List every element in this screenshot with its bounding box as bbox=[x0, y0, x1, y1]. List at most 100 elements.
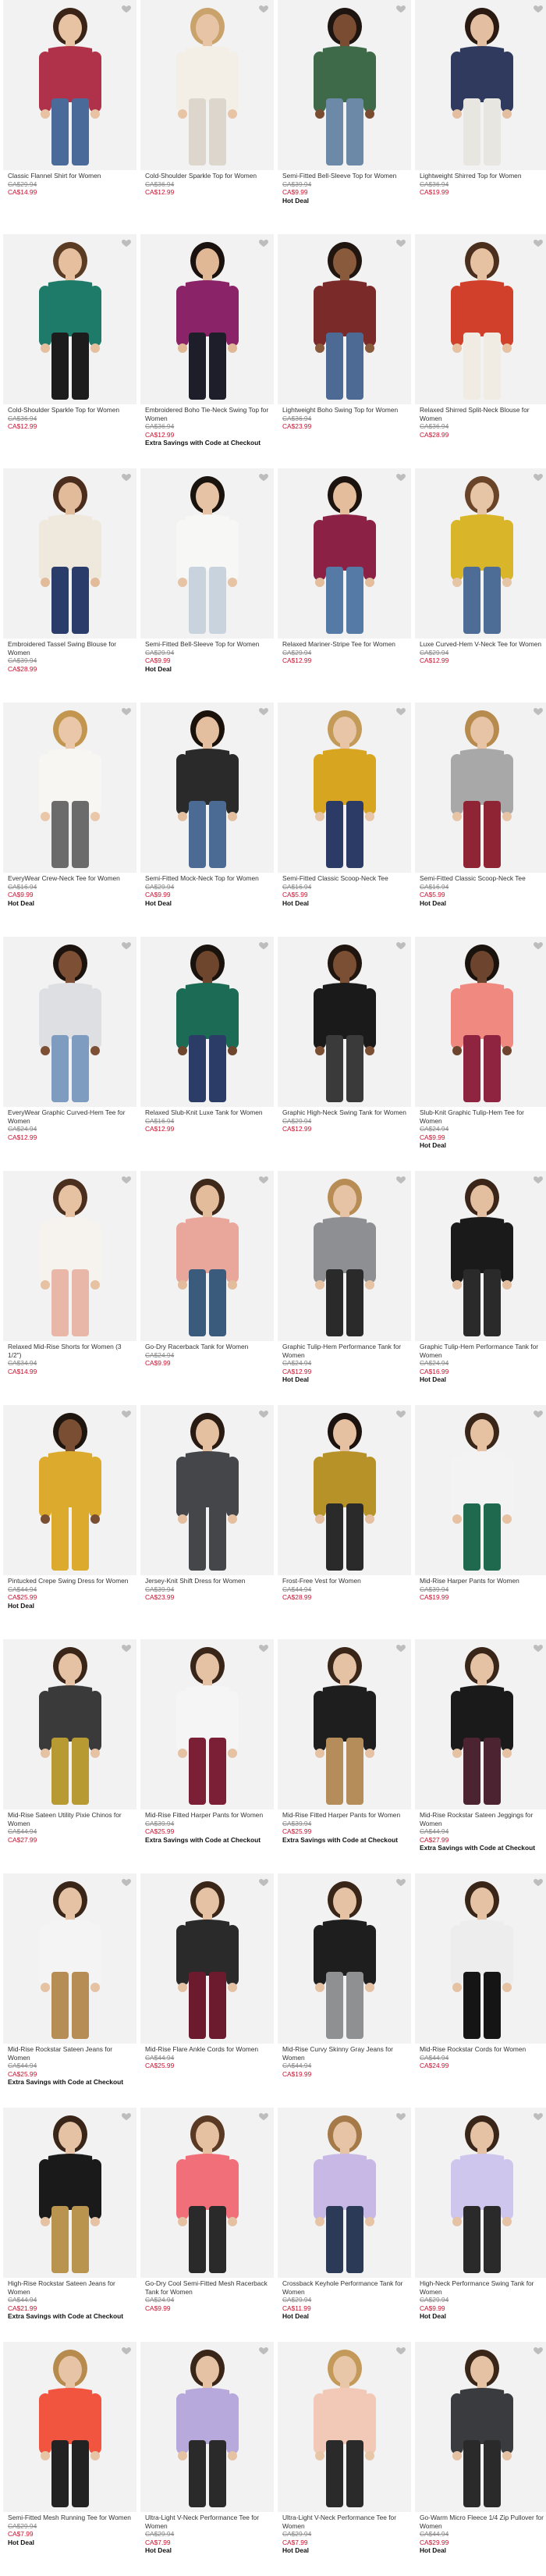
heart-icon[interactable] bbox=[533, 940, 544, 951]
product-card[interactable]: Relaxed Mid-Rise Shorts for Women (3 1/2… bbox=[3, 1171, 136, 1405]
heart-icon[interactable] bbox=[258, 471, 269, 482]
product-name[interactable]: Graphic Tulip-Hem Performance Tank for W… bbox=[282, 1343, 408, 1359]
heart-icon[interactable] bbox=[258, 1642, 269, 1653]
product-name[interactable]: Semi-Fitted Classic Scoop-Neck Tee bbox=[420, 874, 545, 883]
product-card[interactable]: Embroidered Boho Tie-Neck Swing Top for … bbox=[140, 234, 274, 468]
product-image[interactable] bbox=[278, 0, 411, 170]
product-name[interactable]: Mid-Rise Fitted Harper Pants for Women bbox=[282, 1811, 408, 1820]
product-name[interactable]: Graphic Tulip-Hem Performance Tank for W… bbox=[420, 1343, 545, 1359]
product-image[interactable] bbox=[3, 1639, 136, 1809]
product-image[interactable] bbox=[278, 703, 411, 873]
heart-icon[interactable] bbox=[258, 1877, 269, 1888]
product-image[interactable] bbox=[278, 234, 411, 404]
product-name[interactable]: Embroidered Boho Tie-Neck Swing Top for … bbox=[145, 406, 271, 422]
product-name[interactable]: EveryWear Crew-Neck Tee for Women bbox=[8, 874, 133, 883]
heart-icon[interactable] bbox=[258, 940, 269, 951]
product-name[interactable]: Embroidered Tassel Swing Blouse for Wome… bbox=[8, 640, 133, 656]
product-image[interactable] bbox=[140, 1171, 274, 1341]
product-name[interactable]: Go-Warm Micro Fleece 1/4 Zip Pullover fo… bbox=[420, 2514, 545, 2530]
product-name[interactable]: Classic Flannel Shirt for Women bbox=[8, 172, 133, 180]
product-image[interactable] bbox=[3, 937, 136, 1107]
product-name[interactable]: Relaxed Shirred Split-Neck Blouse for Wo… bbox=[420, 406, 545, 422]
product-card[interactable]: Graphic High-Neck Swing Tank for Women CA… bbox=[278, 937, 411, 1171]
product-name[interactable]: Semi-Fitted Mock-Neck Top for Women bbox=[145, 874, 271, 883]
product-card[interactable]: Semi-Fitted Mesh Running Tee for Women CA… bbox=[3, 2342, 136, 2576]
product-image[interactable] bbox=[3, 1405, 136, 1575]
product-name[interactable]: Mid-Rise Sateen Utility Pixie Chinos for… bbox=[8, 1811, 133, 1827]
product-name[interactable]: Relaxed Mariner-Stripe Tee for Women bbox=[282, 640, 408, 649]
heart-icon[interactable] bbox=[533, 706, 544, 717]
product-card[interactable]: Pintucked Crepe Swing Dress for Women CA$… bbox=[3, 1405, 136, 1639]
heart-icon[interactable] bbox=[395, 2111, 406, 2122]
product-name[interactable]: Cold-Shoulder Sparkle Top for Women bbox=[145, 172, 271, 180]
product-name[interactable]: Lightweight Boho Swing Top for Women bbox=[282, 406, 408, 415]
product-card[interactable]: Lightweight Shirred Top for Women CA$36.9… bbox=[415, 0, 546, 234]
product-image[interactable] bbox=[415, 234, 546, 404]
product-card[interactable]: Frost-Free Vest for Women CA$44.94 CA$28.9… bbox=[278, 1405, 411, 1639]
product-card[interactable]: Jersey-Knit Shift Dress for Women CA$39.9… bbox=[140, 1405, 274, 1639]
heart-icon[interactable] bbox=[121, 2111, 132, 2122]
product-image[interactable] bbox=[140, 468, 274, 639]
product-name[interactable]: Jersey-Knit Shift Dress for Women bbox=[145, 1577, 271, 1585]
heart-icon[interactable] bbox=[533, 1174, 544, 1185]
product-image[interactable] bbox=[140, 1405, 274, 1575]
product-card[interactable]: Crossback Keyhole Performance Tank for W… bbox=[278, 2108, 411, 2342]
product-image[interactable] bbox=[415, 703, 546, 873]
product-image[interactable] bbox=[278, 1873, 411, 2044]
product-name[interactable]: EveryWear Graphic Curved-Hem Tee for Wom… bbox=[8, 1108, 133, 1125]
product-card[interactable]: Mid-Rise Flare Ankle Cords for Women CA$4… bbox=[140, 1873, 274, 2108]
heart-icon[interactable] bbox=[258, 706, 269, 717]
product-image[interactable] bbox=[140, 2108, 274, 2278]
product-card[interactable]: Go-Dry Cool Semi-Fitted Mesh Racerback T… bbox=[140, 2108, 274, 2342]
product-name[interactable]: Crossback Keyhole Performance Tank for W… bbox=[282, 2279, 408, 2296]
product-name[interactable]: Ultra-Light V-Neck Performance Tee for W… bbox=[282, 2514, 408, 2530]
product-card[interactable]: Semi-Fitted Mock-Neck Top for Women CA$29… bbox=[140, 703, 274, 937]
heart-icon[interactable] bbox=[121, 1877, 132, 1888]
heart-icon[interactable] bbox=[121, 1408, 132, 1419]
product-name[interactable]: Frost-Free Vest for Women bbox=[282, 1577, 408, 1585]
product-card[interactable]: Mid-Rise Sateen Utility Pixie Chinos for… bbox=[3, 1639, 136, 1873]
heart-icon[interactable] bbox=[121, 1174, 132, 1185]
heart-icon[interactable] bbox=[258, 3, 269, 14]
heart-icon[interactable] bbox=[395, 940, 406, 951]
product-image[interactable] bbox=[140, 703, 274, 873]
product-name[interactable]: Mid-Rise Curvy Skinny Gray Jeans for Wom… bbox=[282, 2045, 408, 2062]
product-card[interactable]: Embroidered Tassel Swing Blouse for Wome… bbox=[3, 468, 136, 703]
product-card[interactable]: Mid-Rise Fitted Harper Pants for Women CA… bbox=[140, 1639, 274, 1873]
product-name[interactable]: Mid-Rise Flare Ankle Cords for Women bbox=[145, 2045, 271, 2054]
product-image[interactable] bbox=[415, 1171, 546, 1341]
heart-icon[interactable] bbox=[395, 2345, 406, 2356]
product-image[interactable] bbox=[3, 2108, 136, 2278]
product-image[interactable] bbox=[278, 937, 411, 1107]
product-card[interactable]: Cold-Shoulder Sparkle Top for Women CA$36… bbox=[3, 234, 136, 468]
heart-icon[interactable] bbox=[395, 1174, 406, 1185]
product-image[interactable] bbox=[278, 468, 411, 639]
product-card[interactable]: Relaxed Shirred Split-Neck Blouse for Wo… bbox=[415, 234, 546, 468]
heart-icon[interactable] bbox=[121, 940, 132, 951]
product-image[interactable] bbox=[140, 1639, 274, 1809]
product-name[interactable]: Ultra-Light V-Neck Performance Tee for W… bbox=[145, 2514, 271, 2530]
product-card[interactable]: Semi-Fitted Bell-Sleeve Top for Women CA$… bbox=[278, 0, 411, 234]
heart-icon[interactable] bbox=[121, 3, 132, 14]
heart-icon[interactable] bbox=[258, 237, 269, 248]
heart-icon[interactable] bbox=[533, 237, 544, 248]
product-card[interactable]: Ultra-Light V-Neck Performance Tee for W… bbox=[278, 2342, 411, 2576]
product-name[interactable]: Cold-Shoulder Sparkle Top for Women bbox=[8, 406, 133, 415]
product-image[interactable] bbox=[140, 937, 274, 1107]
heart-icon[interactable] bbox=[395, 1642, 406, 1653]
product-image[interactable] bbox=[415, 1873, 546, 2044]
product-name[interactable]: Pintucked Crepe Swing Dress for Women bbox=[8, 1577, 133, 1585]
product-image[interactable] bbox=[415, 0, 546, 170]
product-card[interactable]: Mid-Rise Rockstar Sateen Jeans for Women… bbox=[3, 1873, 136, 2108]
product-card[interactable]: Semi-Fitted Bell-Sleeve Top for Women CA$… bbox=[140, 468, 274, 703]
product-card[interactable]: High-Rise Rockstar Sateen Jeans for Wome… bbox=[3, 2108, 136, 2342]
heart-icon[interactable] bbox=[395, 706, 406, 717]
product-card[interactable]: Luxe Curved-Hem V-Neck Tee for Women CA$2… bbox=[415, 468, 546, 703]
product-card[interactable]: Mid-Rise Harper Pants for Women CA$39.94 C… bbox=[415, 1405, 546, 1639]
product-image[interactable] bbox=[278, 1171, 411, 1341]
product-name[interactable]: Slub-Knit Graphic Tulip-Hem Tee for Wome… bbox=[420, 1108, 545, 1125]
product-image[interactable] bbox=[415, 2342, 546, 2512]
product-name[interactable]: Mid-Rise Rockstar Cords for Women bbox=[420, 2045, 545, 2054]
product-card[interactable]: EveryWear Crew-Neck Tee for Women CA$16.9… bbox=[3, 703, 136, 937]
product-card[interactable]: Relaxed Slub-Knit Luxe Tank for Women CA$… bbox=[140, 937, 274, 1171]
